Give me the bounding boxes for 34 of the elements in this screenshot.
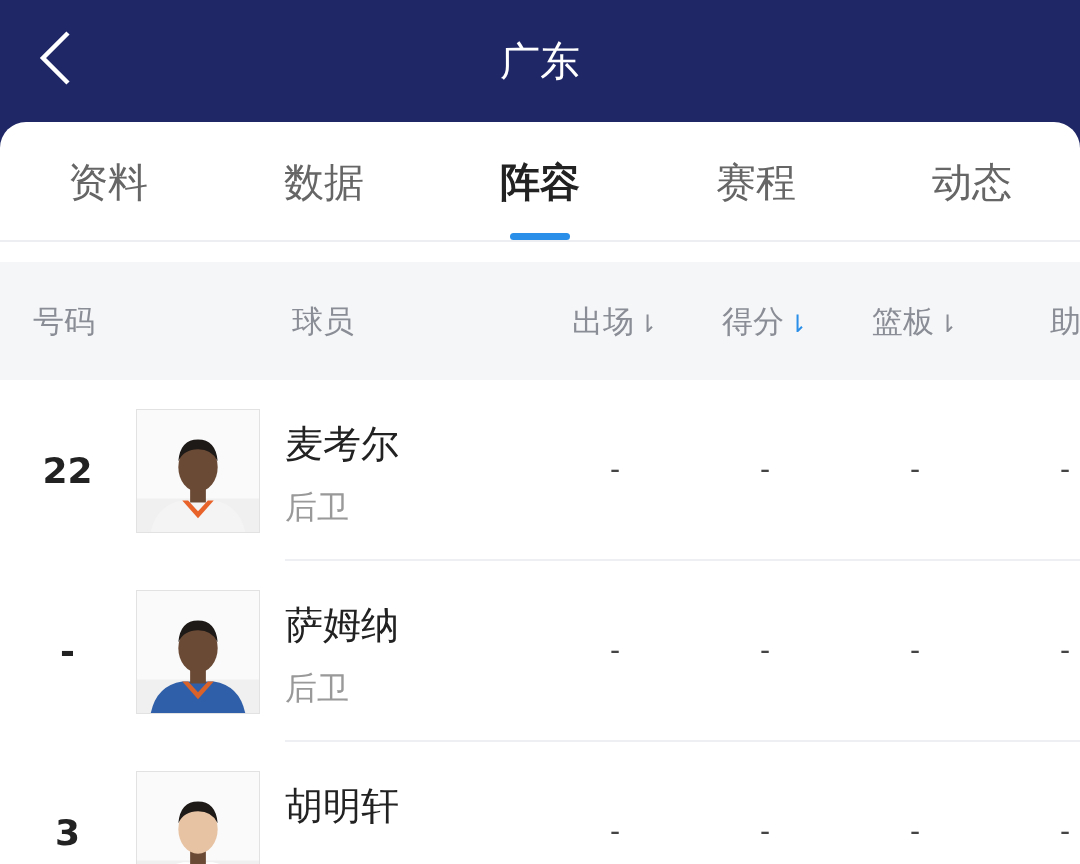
stat-value: -: [1059, 814, 1071, 848]
stat-value: -: [759, 452, 771, 486]
column-label: 助: [1049, 302, 1080, 339]
player-position: 后卫: [285, 487, 350, 528]
tab[interactable]: 阵容: [432, 122, 648, 242]
stat-value: -: [909, 814, 921, 848]
stat-value: -: [609, 814, 621, 848]
player-name: 麦考尔: [285, 421, 400, 468]
jersey-number: -: [60, 630, 75, 672]
stat-value: -: [909, 452, 921, 486]
player-name: 萨姆纳: [285, 602, 400, 649]
player-position: 后卫: [285, 668, 350, 709]
column-header[interactable]: 出场⇂: [572, 297, 658, 345]
jersey-number: 22: [42, 449, 93, 491]
jersey-number: 3: [54, 811, 81, 853]
tab[interactable]: 数据: [216, 122, 432, 242]
player-name: 胡明轩: [285, 783, 400, 830]
stat-value: -: [1059, 633, 1071, 667]
column-label: 球员: [292, 302, 354, 339]
column-header[interactable]: 篮板⇂: [872, 297, 958, 345]
tab-indicator: [510, 233, 570, 240]
stat-value: -: [759, 633, 771, 667]
column-header[interactable]: 得分⇂: [722, 297, 808, 345]
stat-value: -: [609, 633, 621, 667]
stat-value: -: [609, 452, 621, 486]
tab[interactable]: 动态: [864, 122, 1080, 242]
page-title: 广东: [500, 37, 580, 86]
back-icon[interactable]: [38, 30, 72, 86]
stat-value: -: [1059, 452, 1071, 486]
stat-value: -: [909, 633, 921, 667]
column-label: 号码: [33, 302, 95, 339]
tab[interactable]: 赛程: [648, 122, 864, 242]
tab[interactable]: 资料: [0, 122, 216, 242]
stat-value: -: [759, 814, 771, 848]
